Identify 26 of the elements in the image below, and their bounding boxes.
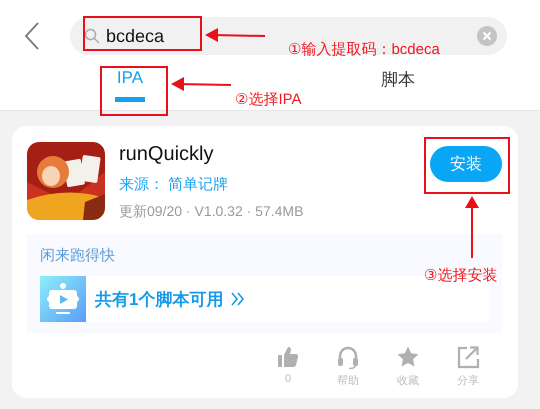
- star-icon[interactable]: [396, 345, 420, 369]
- script-group-title: 闲来跑得快: [40, 246, 116, 265]
- action-label: 0: [284, 373, 292, 385]
- action-label: 收藏: [397, 374, 419, 388]
- share-icon[interactable]: [456, 345, 480, 369]
- double-chevron-icon: [231, 292, 246, 306]
- action-label: 分享: [457, 374, 479, 388]
- tab[interactable]: IPA: [115, 56, 145, 102]
- clear-icon[interactable]: [477, 26, 497, 46]
- app-icon: [27, 142, 105, 220]
- headset-icon[interactable]: [336, 345, 360, 369]
- script-icon: [40, 276, 86, 322]
- install-button[interactable]: 安装: [430, 146, 502, 182]
- arrow: [171, 77, 232, 91]
- app-name: runQuickly: [119, 143, 214, 166]
- highlight-box: [100, 66, 168, 116]
- tab[interactable]: 脚本: [381, 56, 415, 91]
- annotation-text: ②选择IPA: [235, 90, 302, 109]
- search-icon: [84, 28, 100, 44]
- thumbs-up-icon[interactable]: [276, 345, 300, 369]
- action-label: 帮助: [337, 374, 359, 388]
- arrow: [465, 196, 479, 258]
- app-source: 来源： 简单记牌: [119, 175, 230, 194]
- app-meta: 更新09/20 · V1.0.32 · 57.4MB: [119, 203, 304, 221]
- arrow: [205, 28, 266, 42]
- tab-underline: [115, 97, 145, 102]
